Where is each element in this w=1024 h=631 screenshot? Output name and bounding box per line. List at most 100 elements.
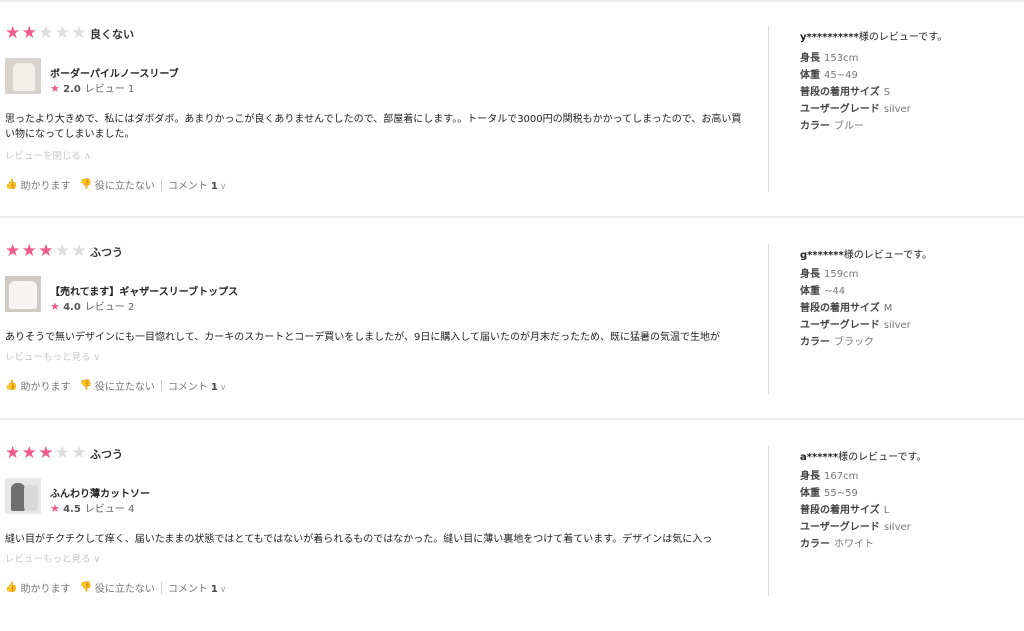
- attr-label: ユーザーグレード: [800, 522, 880, 533]
- action-separator: [160, 379, 162, 392]
- star-icon: ★: [71, 23, 87, 43]
- reviewer-color: カラー ホワイト: [800, 535, 874, 550]
- review-card: ★ ★ ★ ★ ★ ふつう ふんわり薄カットソー ★ 4.5 レビュー 4 縫い目がチクチ…: [0, 420, 1024, 631]
- reviewer-color: カラー ブラック: [800, 333, 874, 348]
- chevron-down-icon: ∨: [93, 352, 101, 363]
- product-rating: ★ 2.0 レビュー 1: [50, 80, 134, 95]
- attr-value: silver: [883, 104, 911, 115]
- review-actions: 👍 助かります 👎 役に立たない コメント 1 ∨: [5, 177, 226, 192]
- star-icon: ★: [21, 443, 37, 463]
- review-toggle[interactable]: レビューを閉じる ∧: [5, 148, 91, 162]
- star-icon: ★: [54, 443, 71, 463]
- not-helpful-button[interactable]: 役に立たない: [95, 177, 155, 192]
- star-icon: ★: [21, 23, 37, 43]
- review-toggle[interactable]: レビューもっと見る ∨: [5, 349, 101, 363]
- attr-value: silver: [883, 522, 911, 533]
- star-icon: ★: [21, 241, 37, 261]
- attr-label: カラー: [800, 337, 830, 348]
- reviewer-height: 身長 167cm: [800, 467, 858, 482]
- review-card: ★ ★ ★ ★ ★ 良くない ボーダーパイルノースリーブ ★ 2.0 レビュー 1 思った…: [0, 0, 1024, 218]
- rating-verdict: ふつう: [90, 246, 123, 259]
- chevron-down-icon: ∨: [219, 585, 227, 595]
- review-actions: 👍 助かります 👎 役に立たない コメント 1 ∨: [5, 378, 226, 393]
- review-card: ★ ★ ★ ★ ★ ふつう 【売れてます】ギャザースリーブトップス ★ 4.0 レビュー …: [0, 218, 1024, 420]
- reviewer-weight: 体重 55~59: [800, 484, 858, 499]
- action-separator: [160, 581, 162, 594]
- attr-label: 体重: [800, 286, 820, 297]
- helpful-button[interactable]: 助かります: [20, 580, 70, 595]
- reviewer-size: 普段の着用サイズ M: [800, 299, 892, 314]
- star-icon: ★: [38, 443, 54, 463]
- reviewer-height: 身長 159cm: [800, 265, 858, 280]
- reviewer-heading: y**********様のレビューです。: [800, 28, 947, 43]
- star-icon: ★: [5, 241, 21, 261]
- attr-label: 身長: [800, 53, 820, 64]
- not-helpful-button[interactable]: 役に立たない: [95, 580, 155, 595]
- review-body: 縫い目がチクチクして痒く、届いたままの状態ではとてもではないが着られるものではな…: [5, 534, 713, 545]
- product-name[interactable]: 【売れてます】ギャザースリーブトップス: [50, 283, 238, 298]
- review-toggle[interactable]: レビューもっと見る ∨: [5, 551, 101, 565]
- attr-value: 55~59: [824, 488, 858, 499]
- thumbs-down-icon: 👎: [79, 582, 92, 593]
- attr-value: 45~49: [824, 70, 858, 81]
- product-thumbnail[interactable]: [5, 58, 41, 94]
- product-review-count: レビュー 1: [84, 84, 135, 95]
- attr-value: 153cm: [824, 53, 859, 64]
- thumbs-down-icon: 👎: [79, 179, 92, 190]
- attr-label: 身長: [800, 471, 820, 482]
- rating-verdict: 良くない: [90, 28, 134, 41]
- product-thumbnail[interactable]: [5, 478, 41, 514]
- reviewer-id: a******: [800, 452, 839, 463]
- attr-value: ホワイト: [834, 539, 874, 550]
- chevron-down-icon: ∨: [219, 182, 227, 192]
- chevron-down-icon: ∨: [93, 554, 101, 565]
- attr-label: 身長: [800, 269, 820, 280]
- product-review-count: レビュー 4: [84, 504, 135, 515]
- product-rating: ★ 4.5 レビュー 4: [50, 500, 134, 515]
- product-name[interactable]: ふんわり薄カットソー: [50, 485, 150, 500]
- reviewer-color: カラー ブルー: [800, 117, 864, 132]
- reviewer-id: y**********: [800, 32, 859, 43]
- attr-label: 体重: [800, 70, 820, 81]
- product-name[interactable]: ボーダーパイルノースリーブ: [50, 65, 179, 80]
- attr-label: 普段の着用サイズ: [800, 87, 880, 98]
- thumbs-up-icon: 👍: [5, 582, 18, 593]
- comment-button[interactable]: コメント 1 ∨: [168, 177, 227, 192]
- attr-label: カラー: [800, 121, 830, 132]
- action-separator: [160, 178, 162, 191]
- comment-count: 1: [210, 584, 218, 595]
- attr-value: M: [883, 303, 893, 314]
- attr-value: L: [883, 505, 890, 516]
- review-body: ありそうで無いデザインにも一目惚れして、カーキのスカートとコーデ買いをしましたが…: [5, 332, 721, 343]
- product-review-count: レビュー 2: [84, 302, 135, 313]
- helpful-button[interactable]: 助かります: [20, 378, 70, 393]
- product-thumbnail[interactable]: [5, 276, 41, 312]
- comment-count: 1: [210, 181, 218, 192]
- column-divider: [768, 446, 769, 596]
- reviewer-heading: a******様のレビューです。: [800, 448, 927, 463]
- attr-label: 体重: [800, 488, 820, 499]
- not-helpful-button[interactable]: 役に立たない: [95, 378, 155, 393]
- reviewer-id: g*******: [800, 250, 844, 261]
- attr-value: ブラック: [834, 337, 874, 348]
- review-toggle-label: レビューもっと見る: [5, 352, 91, 363]
- review-toggle-label: レビューを閉じる: [5, 151, 82, 162]
- helpful-button[interactable]: 助かります: [20, 177, 70, 192]
- star-icon: ★: [50, 502, 60, 515]
- comment-button[interactable]: コメント 1 ∨: [168, 378, 227, 393]
- reviewer-grade: ユーザーグレード silver: [800, 100, 911, 115]
- star-icon: ★: [5, 23, 21, 43]
- thumbs-up-icon: 👍: [5, 380, 18, 391]
- comment-button[interactable]: コメント 1 ∨: [168, 580, 227, 595]
- product-rating: ★ 4.0 レビュー 2: [50, 298, 134, 313]
- attr-value: ブルー: [834, 121, 864, 132]
- attr-label: 普段の着用サイズ: [800, 505, 880, 516]
- reviewer-size: 普段の着用サイズ S: [800, 83, 890, 98]
- reviewer-height: 身長 153cm: [800, 49, 858, 64]
- attr-value: 167cm: [824, 471, 859, 482]
- rating-stars: ★ ★ ★ ★ ★: [5, 241, 88, 261]
- thumbs-down-icon: 👎: [79, 380, 92, 391]
- attr-label: ユーザーグレード: [800, 104, 880, 115]
- star-icon: ★: [5, 443, 21, 463]
- review-toggle-label: レビューもっと見る: [5, 554, 91, 565]
